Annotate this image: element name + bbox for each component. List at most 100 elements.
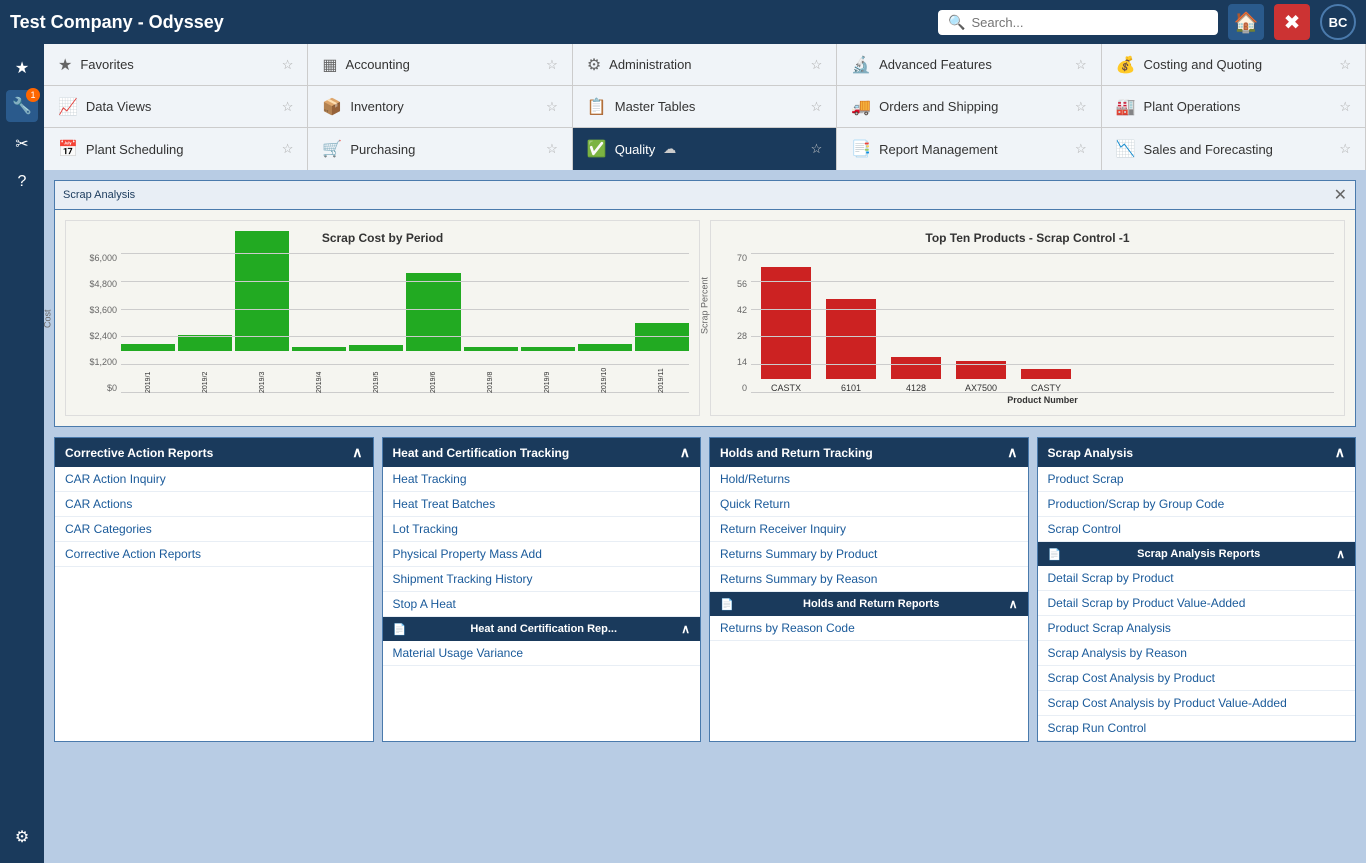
corrective-action-title: Corrective Action Reports	[65, 446, 213, 460]
search-input[interactable]	[971, 15, 1208, 30]
material-usage-item[interactable]: Material Usage Variance	[383, 641, 701, 666]
corrective-action-chevron[interactable]: ∧	[352, 444, 362, 461]
sidebar-item-scissors[interactable]: ✂	[6, 128, 38, 160]
nav-costing-quoting[interactable]: 💰 Costing and Quoting ☆	[1102, 44, 1366, 85]
nav-sales-forecasting[interactable]: 📉 Sales and Forecasting ☆	[1102, 128, 1366, 170]
corrective-action-item-1[interactable]: CAR Action Inquiry	[55, 467, 373, 492]
nav-quality[interactable]: ✅ Quality ☁ ☆	[573, 128, 837, 170]
left-chart-bars: 2019/1 2019/2 2019/3 2019/4 2019/5 2019/…	[121, 253, 689, 393]
costing-icon: 💰	[1116, 55, 1136, 75]
nav-master-tables[interactable]: 📋 Master Tables ☆	[573, 86, 837, 127]
holds-return-title: Holds and Return Tracking	[720, 446, 873, 460]
bar-2019-1: 2019/1	[121, 344, 175, 393]
hold-returns-item[interactable]: Hold/Returns	[710, 467, 1028, 492]
corrective-action-item-3[interactable]: CAR Categories	[55, 517, 373, 542]
bar-2019-8: 2019/8	[464, 347, 518, 393]
detail-scrap-product-item[interactable]: Detail Scrap by Product	[1038, 566, 1356, 591]
nav-data-views-label: Data Views	[86, 99, 152, 114]
holds-return-chevron[interactable]: ∧	[1007, 444, 1017, 461]
corrective-action-item-4[interactable]: Corrective Action Reports	[55, 542, 373, 567]
advanced-icon: 🔬	[851, 55, 871, 75]
sidebar-item-help[interactable]: ?	[6, 166, 38, 198]
nav-plant-operations[interactable]: 🏭 Plant Operations ☆	[1102, 86, 1366, 127]
heat-treat-item[interactable]: Heat Treat Batches	[383, 492, 701, 517]
scrap-panel-title: Scrap Analysis	[63, 189, 135, 201]
heat-certification-chevron[interactable]: ∧	[680, 444, 690, 461]
bar-2019-3: 2019/3	[235, 231, 289, 393]
bar-2019-4: 2019/4	[292, 347, 346, 393]
nav-orders-shipping[interactable]: 🚚 Orders and Shipping ☆	[837, 86, 1101, 127]
heat-cert-reports-chevron[interactable]: ∧	[681, 622, 690, 636]
app-title: Test Company - Odyssey	[10, 12, 928, 33]
home-button[interactable]: 🏠	[1228, 4, 1264, 40]
production-scrap-item[interactable]: Production/Scrap by Group Code	[1038, 492, 1356, 517]
nav-report-management[interactable]: 📑 Report Management ☆	[837, 128, 1101, 170]
lot-tracking-item[interactable]: Lot Tracking	[383, 517, 701, 542]
holds-reports-chevron[interactable]: ∧	[1009, 597, 1018, 611]
scrap-analysis-list-panel: Scrap Analysis ∧ Product Scrap Productio…	[1037, 437, 1357, 742]
nav-plant-ops-star[interactable]: ☆	[1339, 99, 1351, 115]
detail-scrap-value-item[interactable]: Detail Scrap by Product Value-Added	[1038, 591, 1356, 616]
nav-admin-star[interactable]: ☆	[811, 57, 823, 73]
stop-heat-item[interactable]: Stop A Heat	[383, 592, 701, 617]
nav-scheduling-star[interactable]: ☆	[282, 141, 294, 157]
nav-advanced-star[interactable]: ☆	[1075, 57, 1087, 73]
corrective-action-item-2[interactable]: CAR Actions	[55, 492, 373, 517]
nav-purchasing-star[interactable]: ☆	[546, 141, 558, 157]
nav-data-views[interactable]: 📈 Data Views ☆	[44, 86, 308, 127]
nav-administration[interactable]: ⚙ Administration ☆	[573, 44, 837, 85]
scrap-analysis-chevron[interactable]: ∧	[1335, 444, 1345, 461]
search-icon: 🔍	[948, 14, 965, 31]
shipment-tracking-item[interactable]: Shipment Tracking History	[383, 567, 701, 592]
nav-report-mgmt-star[interactable]: ☆	[1075, 141, 1087, 157]
returns-summary-reason-item[interactable]: Returns Summary by Reason	[710, 567, 1028, 592]
return-receiver-item[interactable]: Return Receiver Inquiry	[710, 517, 1028, 542]
heat-tracking-item[interactable]: Heat Tracking	[383, 467, 701, 492]
bar-2019-11: 2019/11	[635, 323, 689, 393]
scrap-reports-chevron[interactable]: ∧	[1336, 547, 1345, 561]
scrap-cost-product-item[interactable]: Scrap Cost Analysis by Product	[1038, 666, 1356, 691]
nav-plant-ops-label: Plant Operations	[1144, 99, 1241, 114]
physical-property-item[interactable]: Physical Property Mass Add	[383, 542, 701, 567]
quick-return-item[interactable]: Quick Return	[710, 492, 1028, 517]
nav-orders-star[interactable]: ☆	[1075, 99, 1087, 115]
sidebar-item-favorites[interactable]: ★	[6, 52, 38, 84]
nav-master-tables-star[interactable]: ☆	[811, 99, 823, 115]
scrap-cost-value-item[interactable]: Scrap Cost Analysis by Product Value-Add…	[1038, 691, 1356, 716]
nav-advanced-features[interactable]: 🔬 Advanced Features ☆	[837, 44, 1101, 85]
nav-inventory[interactable]: 📦 Inventory ☆	[308, 86, 572, 127]
holds-return-reports-subheader: 📄 Holds and Return Reports ∧	[710, 592, 1028, 616]
nav-sales-star[interactable]: ☆	[1339, 141, 1351, 157]
quality-icon: ✅	[587, 139, 607, 159]
accounting-icon: ▦	[322, 55, 337, 75]
nav-quality-star[interactable]: ☆	[811, 141, 823, 157]
nav-plant-scheduling-label: Plant Scheduling	[86, 142, 184, 157]
nav-favorites[interactable]: ★ Favorites ☆	[44, 44, 308, 85]
sidebar-item-tools[interactable]: 🔧 1	[6, 90, 38, 122]
nav-data-views-star[interactable]: ☆	[282, 99, 294, 115]
product-scrap-analysis-item[interactable]: Product Scrap Analysis	[1038, 616, 1356, 641]
left-sidebar: ★ 🔧 1 ✂ ? ⚙	[0, 44, 44, 863]
nav-inventory-star[interactable]: ☆	[546, 99, 558, 115]
nav-costing-star[interactable]: ☆	[1339, 57, 1351, 73]
left-chart-y-axis: $6,000 $4,800 $3,600 $2,400 $1,200 $0	[76, 253, 121, 393]
nav-accounting[interactable]: ▦ Accounting ☆	[308, 44, 572, 85]
scrap-control-item[interactable]: Scrap Control	[1038, 517, 1356, 542]
returns-summary-product-item[interactable]: Returns Summary by Product	[710, 542, 1028, 567]
scrap-analysis-reason-item[interactable]: Scrap Analysis by Reason	[1038, 641, 1356, 666]
nav-favorites-star[interactable]: ☆	[282, 57, 294, 73]
scrap-panel-close[interactable]: ✕	[1334, 185, 1347, 205]
bar-6101: 6101	[826, 299, 876, 393]
nav-accounting-star[interactable]: ☆	[546, 57, 558, 73]
nav-plant-scheduling[interactable]: 📅 Plant Scheduling ☆	[44, 128, 308, 170]
scheduling-icon: 📅	[58, 139, 78, 159]
close-button[interactable]: ✖	[1274, 4, 1310, 40]
sidebar-item-settings[interactable]: ⚙	[6, 821, 38, 853]
user-avatar[interactable]: BC	[1320, 4, 1356, 40]
product-scrap-item[interactable]: Product Scrap	[1038, 467, 1356, 492]
scrap-run-control-item[interactable]: Scrap Run Control	[1038, 716, 1356, 741]
returns-reason-code-item[interactable]: Returns by Reason Code	[710, 616, 1028, 641]
nav-purchasing[interactable]: 🛒 Purchasing ☆	[308, 128, 572, 170]
scrap-analysis-list-title: Scrap Analysis	[1048, 446, 1134, 460]
admin-icon: ⚙	[587, 55, 601, 75]
